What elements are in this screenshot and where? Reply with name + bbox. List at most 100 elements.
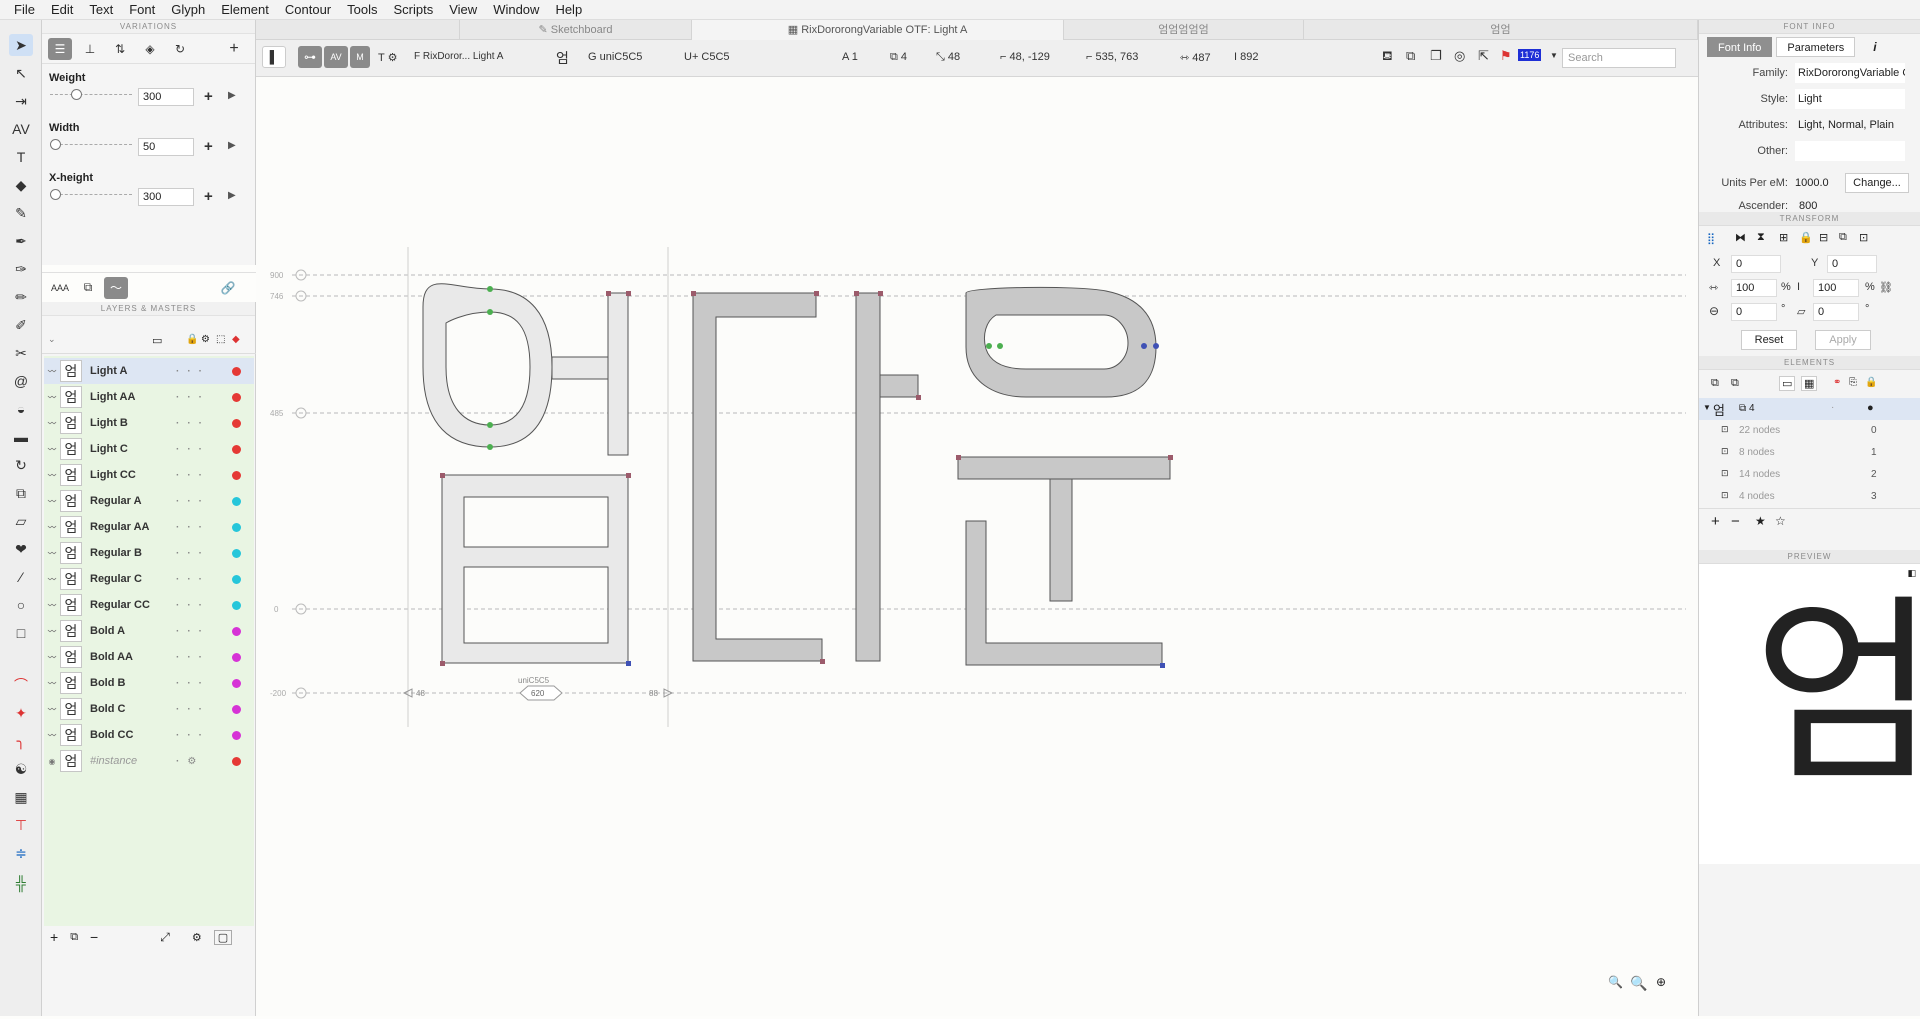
layer-eye-icon[interactable]: 〰 xyxy=(44,626,60,637)
reset-button[interactable]: Reset xyxy=(1741,330,1797,350)
text-settings-icon[interactable]: T ⚙ xyxy=(378,51,397,64)
axis-value-input[interactable]: 300 xyxy=(138,188,194,206)
element-paste-icon[interactable]: ⧉ xyxy=(1731,377,1739,390)
change-upm-button[interactable]: Change... xyxy=(1845,173,1909,193)
play-icon[interactable]: ▶ xyxy=(228,190,236,201)
ellipse-tool-icon[interactable]: ○ xyxy=(9,594,33,616)
axis-slider-thumb[interactable] xyxy=(71,89,82,100)
pointer-tool-icon[interactable]: ↖ xyxy=(9,62,33,84)
layer-row[interactable]: 〰 엄 Regular C ··· xyxy=(44,566,254,592)
layer-eye-icon[interactable]: 〰 xyxy=(44,522,60,533)
add-element-icon[interactable]: + xyxy=(1711,513,1720,530)
stamp-icon[interactable]: ⛾ xyxy=(1382,48,1393,66)
tab-extra[interactable]: 엄엄 xyxy=(1304,20,1698,40)
layer-display-icon[interactable]: ▭ xyxy=(152,334,162,347)
settings-icon[interactable]: ⚙ xyxy=(201,334,210,345)
element-row[interactable]: ⊡ 8 nodes 1 xyxy=(1699,442,1920,464)
element-row[interactable]: ⊡ 22 nodes 0 xyxy=(1699,420,1920,442)
apply-button[interactable]: Apply xyxy=(1815,330,1871,350)
flip-vertical-icon[interactable]: ⧗ xyxy=(1757,231,1765,244)
export-icon[interactable]: ⇱ xyxy=(1478,48,1489,64)
blend-tool-icon[interactable]: ❤ xyxy=(9,538,33,560)
layer-eye-icon[interactable]: 〰 xyxy=(44,574,60,585)
layer-eye-icon[interactable]: 〰 xyxy=(44,366,60,377)
rotate-tool-icon[interactable]: ↻ xyxy=(9,454,33,476)
layer-row[interactable]: 〰 엄 Light C ··· xyxy=(44,436,254,462)
layer-color-dot[interactable] xyxy=(232,626,241,636)
grid-tool-icon[interactable]: ▦ xyxy=(9,786,33,808)
tab-font-info[interactable]: Font Info xyxy=(1707,37,1773,57)
color-icon[interactable]: ◆ xyxy=(232,334,240,345)
kerning-tool-icon[interactable]: AV xyxy=(9,118,33,140)
layer-eye-icon[interactable]: 〰 xyxy=(44,678,60,689)
glyph-contour-mieum[interactable] xyxy=(441,474,629,664)
x-input[interactable]: 0 xyxy=(1731,255,1781,273)
glyph-contour-o[interactable] xyxy=(422,283,553,448)
element-expand-icon[interactable]: ▼ xyxy=(1703,403,1711,412)
add-master-icon[interactable]: + xyxy=(204,188,213,205)
layer-eye-icon[interactable]: 〰 xyxy=(44,470,60,481)
layer-eye-icon[interactable]: 〰 xyxy=(44,392,60,403)
layer-row[interactable]: 〰 엄 Regular A ··· xyxy=(44,488,254,514)
pencil-tool-icon[interactable]: ✏ xyxy=(9,286,33,308)
layer-view-icon[interactable]: ▢ xyxy=(213,929,233,945)
add-master-icon[interactable]: + xyxy=(204,138,213,155)
copy-icon[interactable]: ⧉ xyxy=(76,277,100,299)
layer-options[interactable]: ··· xyxy=(176,652,232,663)
hook-tool-icon[interactable]: ╮ xyxy=(9,730,33,752)
chain-icon[interactable]: ⛓ xyxy=(1879,281,1893,294)
info-icon[interactable]: i xyxy=(1873,40,1876,54)
axis-slider-thumb[interactable] xyxy=(50,139,61,150)
layer-color-dot[interactable] xyxy=(232,392,241,402)
link-icon[interactable]: 🔗 xyxy=(216,277,240,299)
layer-options[interactable]: ··· xyxy=(176,418,232,429)
layer-eye-icon[interactable]: 〰 xyxy=(44,600,60,611)
play-icon[interactable]: ▶ xyxy=(228,90,236,101)
layer-eye-icon[interactable]: ◉ xyxy=(44,757,60,766)
spiral-tool-icon[interactable]: @ xyxy=(9,370,33,392)
mask-icon[interactable]: ◎ xyxy=(1454,48,1465,64)
star-tool-icon[interactable]: ✦ xyxy=(9,702,33,724)
layer-row[interactable]: 〰 엄 Bold AA ··· xyxy=(44,644,254,670)
rotate-input[interactable]: 0 xyxy=(1731,303,1777,321)
layer-row[interactable]: 〰 엄 Bold B ··· xyxy=(44,670,254,696)
add-layer-icon[interactable]: + xyxy=(50,929,58,945)
contour-tool-icon[interactable]: ➤ xyxy=(9,34,33,56)
distribute-icon[interactable]: ⊟ xyxy=(1819,231,1828,244)
ruler-tool-icon[interactable]: ▬ xyxy=(9,426,33,448)
layer-eye-icon[interactable]: 〰 xyxy=(44,418,60,429)
layer-eye-icon[interactable]: 〰 xyxy=(44,704,60,715)
layer-color-dot[interactable] xyxy=(232,548,241,558)
layer-row[interactable]: 〰 엄 Regular AA ··· xyxy=(44,514,254,540)
menu-tools[interactable]: Tools xyxy=(339,0,385,20)
layer-options[interactable]: ··· xyxy=(176,600,232,611)
remove-layer-icon[interactable]: − xyxy=(90,929,98,945)
kerning-view-icon[interactable]: AV xyxy=(324,46,348,68)
menu-edit[interactable]: Edit xyxy=(43,0,81,20)
axis-slider[interactable] xyxy=(50,189,132,200)
yinyang-tool-icon[interactable]: ☯ xyxy=(9,758,33,780)
layer-row[interactable]: 〰 엄 Light AA ··· xyxy=(44,384,254,410)
layer-options[interactable]: ··· xyxy=(176,496,232,507)
layer-options[interactable]: ··· xyxy=(176,522,232,533)
element-attach-icon[interactable]: ⎘ xyxy=(1849,377,1857,388)
layer-eye-icon[interactable]: 〰 xyxy=(44,730,60,741)
zoom-out-icon[interactable]: 🔍 xyxy=(1608,975,1623,989)
add-master-icon[interactable]: + xyxy=(204,88,213,105)
menu-window[interactable]: Window xyxy=(485,0,547,20)
text-tool-icon[interactable]: T xyxy=(9,146,33,168)
layer-row[interactable]: 〰 엄 Bold A ··· xyxy=(44,618,254,644)
menu-element[interactable]: Element xyxy=(213,0,277,20)
glyph-outline-eom[interactable] xyxy=(422,283,629,664)
duplicate-layer-icon[interactable]: ⧉ xyxy=(70,931,78,944)
layer-row[interactable]: 〰 엄 Bold CC ··· xyxy=(44,722,254,748)
layer-color-dot[interactable] xyxy=(232,366,241,376)
tab-blank[interactable] xyxy=(256,20,460,40)
layer-color-dot[interactable] xyxy=(232,444,241,454)
stroke-tool-icon[interactable]: ≑ xyxy=(9,842,33,864)
axis-value-input[interactable]: 300 xyxy=(138,88,194,106)
layer-options[interactable]: ··· xyxy=(176,392,232,403)
axis-slider[interactable] xyxy=(50,89,132,100)
layer-options[interactable]: ··· xyxy=(176,366,232,377)
layer-color-dot[interactable] xyxy=(232,756,241,766)
